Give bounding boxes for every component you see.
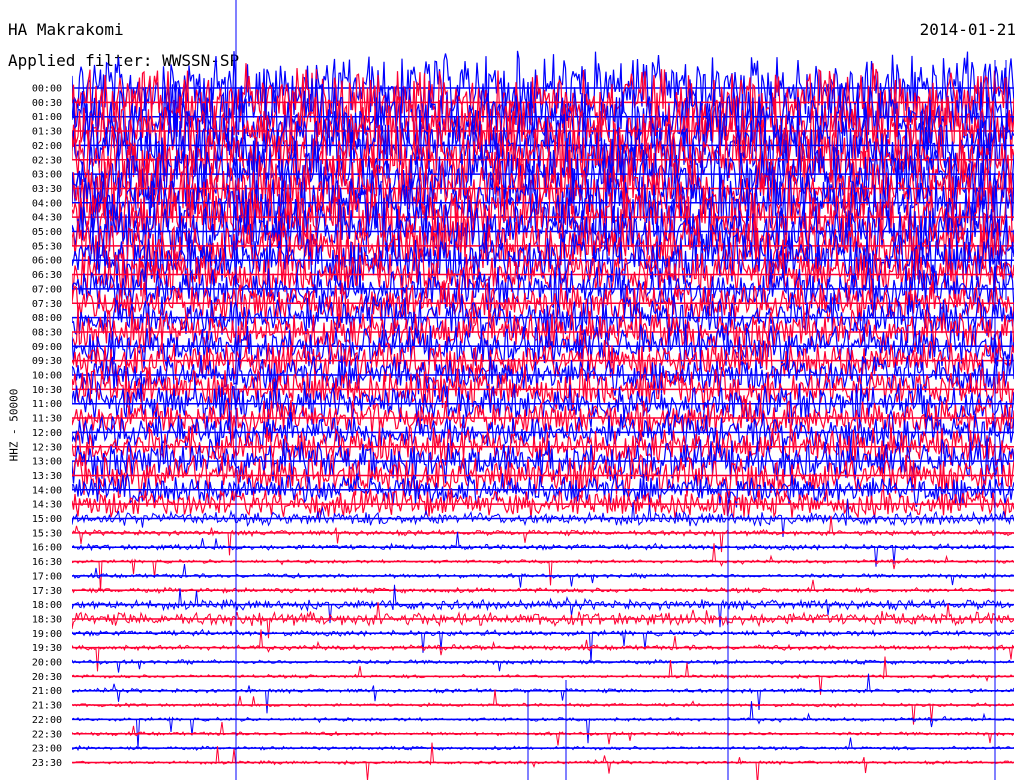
- time-tick-label: 03:30: [32, 184, 62, 195]
- time-tick-label: 11:30: [32, 414, 62, 425]
- time-tick-label: 22:00: [32, 715, 62, 726]
- time-tick-label: 08:00: [32, 313, 62, 324]
- time-tick-label: 18:00: [32, 600, 62, 611]
- time-tick-label: 23:00: [32, 744, 62, 755]
- time-tick-label: 16:30: [32, 557, 62, 568]
- time-tick-label: 06:00: [32, 256, 62, 267]
- time-tick-label: 08:30: [32, 327, 62, 338]
- time-tick-label: 21:30: [32, 701, 62, 712]
- time-tick-label: 03:00: [32, 170, 62, 181]
- time-tick-label: 12:00: [32, 428, 62, 439]
- time-tick-label: 20:30: [32, 672, 62, 683]
- time-tick-label: 11:00: [32, 399, 62, 410]
- time-tick-label: 05:00: [32, 227, 62, 238]
- time-tick-label: 10:30: [32, 385, 62, 396]
- time-tick-label: 00:30: [32, 98, 62, 109]
- time-tick-label: 09:00: [32, 342, 62, 353]
- time-tick-label: 09:30: [32, 356, 62, 367]
- time-tick-label: 05:30: [32, 241, 62, 252]
- time-tick-label: 15:00: [32, 514, 62, 525]
- trace-2200: [72, 701, 1014, 750]
- time-tick-label: 02:00: [32, 141, 62, 152]
- time-tick-label: 07:30: [32, 299, 62, 310]
- seismogram-plot: 00:00 00:30 01:00 01:30 02:00 02:30 03:00 03:30…: [32, 0, 1014, 780]
- time-tick-label: 02:30: [32, 155, 62, 166]
- time-tick-label: 13:30: [32, 471, 62, 482]
- time-tick-label: 19:30: [32, 643, 62, 654]
- time-tick-label: 14:00: [32, 485, 62, 496]
- time-tick-label: 13:00: [32, 457, 62, 468]
- time-tick-label: 07:00: [32, 284, 62, 295]
- time-tick-label: 22:30: [32, 729, 62, 740]
- trace-1930: [72, 629, 1014, 672]
- time-tick-label: 04:30: [32, 213, 62, 224]
- time-tick-label: 00:00: [32, 84, 62, 95]
- time-tick-label: 01:30: [32, 127, 62, 138]
- time-tick-label: 18:30: [32, 614, 62, 625]
- time-tick-label: 16:00: [32, 543, 62, 554]
- time-tick-label: 15:30: [32, 528, 62, 539]
- time-tick-label: 21:00: [32, 686, 62, 697]
- trace-group: [72, 50, 1014, 780]
- time-tick-label: 01:00: [32, 112, 62, 123]
- time-tick-label: 20:00: [32, 658, 62, 669]
- time-tick-label: 19:00: [32, 629, 62, 640]
- time-tick-label: 17:30: [32, 586, 62, 597]
- time-tick-label: 23:30: [32, 758, 62, 769]
- time-tick-label: 10:00: [32, 371, 62, 382]
- time-tick-label: 12:30: [32, 442, 62, 453]
- trace-1730: [72, 579, 1014, 595]
- time-tick-label: 17:00: [32, 571, 62, 582]
- time-tick-label: 06:30: [32, 270, 62, 281]
- time-tick-label: 14:30: [32, 500, 62, 511]
- trace-2100: [72, 673, 1014, 714]
- time-tick-label: 04:00: [32, 198, 62, 209]
